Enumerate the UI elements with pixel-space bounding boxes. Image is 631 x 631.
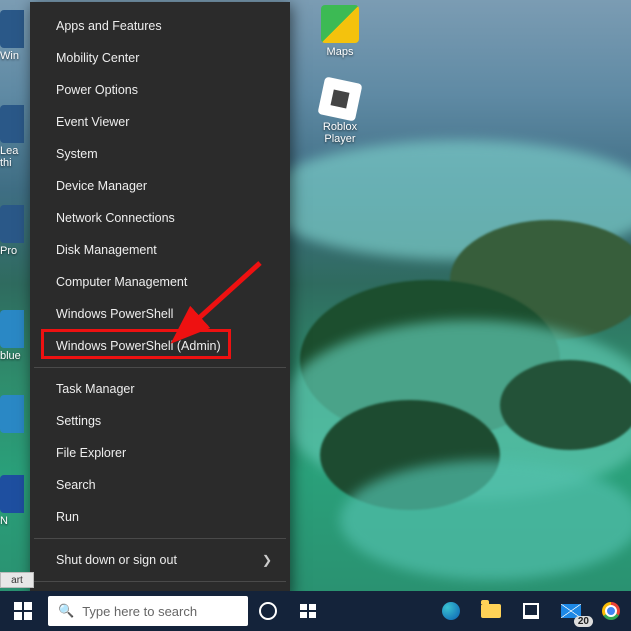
winx-powershell-admin[interactable]: Windows PowerShell (Admin) [30, 330, 290, 362]
mail-badge: 20 [574, 616, 593, 627]
desktop-icon-partial[interactable] [0, 395, 24, 435]
winx-device-manager[interactable]: Device Manager [30, 170, 290, 202]
taskbar-app-explorer[interactable] [471, 591, 511, 631]
chevron-right-icon: ❯ [262, 553, 272, 567]
desktop-icon-maps[interactable]: Maps [310, 5, 370, 58]
task-view-icon [300, 604, 316, 618]
menu-separator [34, 367, 286, 368]
icon-label: Maps [327, 46, 354, 58]
windows-logo-icon [14, 602, 32, 620]
winx-disk-management[interactable]: Disk Management [30, 234, 290, 266]
edge-icon [442, 602, 460, 620]
start-button[interactable] [0, 591, 46, 631]
taskbar-app-store[interactable] [511, 591, 551, 631]
task-view-button[interactable] [288, 591, 328, 631]
chrome-icon [602, 602, 620, 620]
winx-search[interactable]: Search [30, 469, 290, 501]
desktop-icon-partial[interactable]: Leathi [0, 105, 24, 169]
taskbar-app-edge[interactable] [431, 591, 471, 631]
taskbar-search[interactable]: 🔍 Type here to search [48, 596, 248, 626]
winx-apps-features[interactable]: Apps and Features [30, 10, 290, 42]
winx-shutdown-submenu[interactable]: Shut down or sign out ❯ [30, 544, 290, 576]
maps-icon [321, 5, 359, 43]
desktop-icon-partial[interactable]: Win [0, 10, 24, 62]
winx-network-connections[interactable]: Network Connections [30, 202, 290, 234]
winx-mobility-center[interactable]: Mobility Center [30, 42, 290, 74]
search-placeholder: Type here to search [82, 604, 197, 619]
winx-computer-management[interactable]: Computer Management [30, 266, 290, 298]
folder-icon [481, 604, 501, 618]
winx-menu: Apps and Features Mobility Center Power … [30, 2, 290, 597]
desktop-icon-partial[interactable]: N [0, 475, 24, 527]
desktop-icon-partial[interactable]: blue [0, 310, 24, 362]
cortana-button[interactable] [248, 591, 288, 631]
roblox-icon [317, 76, 362, 121]
store-icon [523, 603, 539, 619]
winx-file-explorer[interactable]: File Explorer [30, 437, 290, 469]
winx-event-viewer[interactable]: Event Viewer [30, 106, 290, 138]
search-icon: 🔍 [58, 603, 74, 619]
taskbar-app-chrome[interactable] [591, 591, 631, 631]
desktop-icon-partial[interactable]: Pro [0, 205, 24, 257]
icon-label: Roblox Player [323, 121, 357, 145]
desktop-icon-roblox[interactable]: Roblox Player [310, 80, 370, 145]
winx-system[interactable]: System [30, 138, 290, 170]
winx-task-manager[interactable]: Task Manager [30, 373, 290, 405]
winx-powershell[interactable]: Windows PowerShell [30, 298, 290, 330]
winx-power-options[interactable]: Power Options [30, 74, 290, 106]
winx-settings[interactable]: Settings [30, 405, 290, 437]
winx-run[interactable]: Run [30, 501, 290, 533]
taskbar: 🔍 Type here to search 20 [0, 591, 631, 631]
taskbar-app-mail[interactable]: 20 [551, 591, 591, 631]
cortana-icon [259, 602, 277, 620]
start-tooltip: art [0, 572, 34, 588]
menu-separator [34, 581, 286, 582]
menu-separator [34, 538, 286, 539]
